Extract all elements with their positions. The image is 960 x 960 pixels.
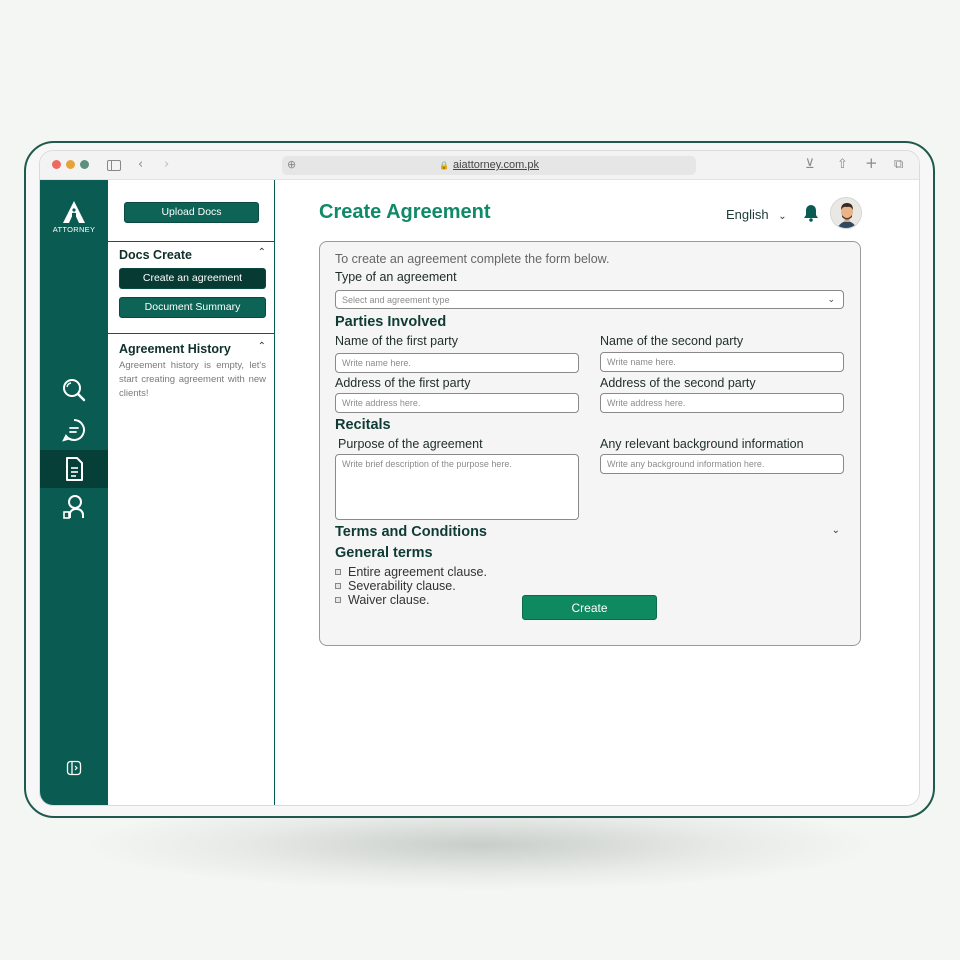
second-party-name-placeholder: Write name here. (607, 357, 676, 367)
logo-icon (63, 201, 85, 223)
docs-create-title: Docs Create (119, 248, 192, 262)
general-terms-heading: General terms (335, 545, 433, 561)
chat-icon (62, 419, 85, 442)
language-select[interactable]: English ⌄ (726, 207, 787, 222)
list-item: Severability clause. (335, 579, 456, 593)
browser-sidebar-icon[interactable] (107, 160, 121, 171)
docs-sidebar: Upload Docs Docs Create ⌃ Create an agre… (108, 180, 275, 805)
forward-icon[interactable]: › (164, 156, 169, 174)
purpose-textarea[interactable]: Write brief description of the purpose h… (335, 454, 579, 520)
rail-item-chat[interactable] (40, 411, 108, 449)
browser-toolbar: ‹ › ⊕ 🔒 aiattorney.com.pk ⊻ ⇧ + ⧉ (40, 151, 919, 180)
page-title: Create Agreement (319, 201, 491, 223)
minimize-window-button[interactable] (66, 160, 75, 169)
chevron-down-icon: ⌄ (778, 211, 787, 222)
agreement-history-title: Agreement History (119, 342, 231, 356)
first-party-address-placeholder: Write address here. (342, 398, 421, 408)
create-agreement-button[interactable]: Create an agreement (119, 268, 266, 289)
first-party-address-input[interactable]: Write address here. (335, 393, 579, 413)
app-logo[interactable]: ATTORNEY (40, 200, 108, 234)
upload-docs-button[interactable]: Upload Docs (124, 202, 259, 223)
background-input[interactable]: Write any background information here. (600, 454, 844, 474)
list-item: Entire agreement clause. (335, 565, 487, 579)
first-party-name-label: Name of the first party (335, 334, 458, 348)
user-icon (63, 495, 84, 519)
chevron-up-icon[interactable]: ⌃ (258, 247, 266, 258)
create-button[interactable]: Create (522, 595, 657, 620)
agreement-form: To create an agreement complete the form… (319, 241, 861, 646)
lock-icon: 🔒 (439, 161, 449, 170)
type-label: Type of an agreement (335, 270, 457, 284)
purpose-label: Purpose of the agreement (338, 437, 483, 451)
chevron-up-icon[interactable]: ⌃ (258, 341, 266, 352)
recitals-heading: Recitals (335, 417, 391, 433)
language-label: English (726, 207, 769, 222)
avatar[interactable] (830, 197, 862, 229)
second-party-name-input[interactable]: Write name here. (600, 352, 844, 372)
chevron-down-icon[interactable]: ⌄ (832, 525, 840, 536)
bullet-icon (335, 583, 341, 589)
second-party-address-label: Address of the second party (600, 376, 756, 390)
back-icon[interactable]: ‹ (138, 156, 143, 174)
tabs-overview-icon[interactable]: ⧉ (894, 156, 903, 174)
url-text: aiattorney.com.pk (452, 159, 539, 171)
sidebar-divider (108, 333, 274, 334)
first-party-name-placeholder: Write name here. (342, 358, 411, 368)
background-placeholder: Write any background information here. (607, 459, 765, 469)
term-text: Severability clause. (348, 579, 456, 593)
maximize-window-button[interactable] (80, 160, 89, 169)
first-party-name-input[interactable]: Write name here. (335, 353, 579, 373)
search-icon (63, 379, 86, 402)
term-text: Waiver clause. (348, 593, 430, 607)
collapse-panel-icon (66, 760, 82, 776)
agreement-type-placeholder: Select and agreement type (342, 295, 450, 305)
rail-item-profile[interactable] (40, 488, 108, 526)
document-summary-button[interactable]: Document Summary (119, 297, 266, 318)
parties-heading: Parties Involved (335, 314, 447, 330)
rail-footer-toggle[interactable] (40, 749, 108, 787)
bell-icon[interactable] (803, 204, 819, 222)
user-avatar-icon (831, 198, 861, 228)
bullet-icon (335, 597, 341, 603)
browser-window: ‹ › ⊕ 🔒 aiattorney.com.pk ⊻ ⇧ + ⧉ ATTORNE… (39, 150, 920, 806)
second-party-address-input[interactable]: Write address here. (600, 393, 844, 413)
download-icon[interactable]: ⊻ (805, 156, 815, 174)
logo-text: ATTORNEY (52, 225, 96, 234)
address-bar[interactable]: ⊕ 🔒 aiattorney.com.pk (282, 156, 696, 175)
first-party-address-label: Address of the first party (335, 376, 471, 390)
nav-rail: ATTORNEY (40, 180, 108, 805)
agreement-type-select[interactable]: Select and agreement type ⌄ (335, 290, 844, 309)
terms-heading[interactable]: Terms and Conditions (335, 524, 487, 540)
main-content: Create Agreement English ⌄ To create an … (276, 180, 919, 805)
history-empty-text: Agreement history is empty, let's start … (119, 360, 266, 399)
rail-item-search[interactable] (40, 371, 108, 409)
second-party-address-placeholder: Write address here. (607, 398, 686, 408)
background-label: Any relevant background information (600, 437, 804, 451)
close-window-button[interactable] (52, 160, 61, 169)
purpose-placeholder: Write brief description of the purpose h… (342, 459, 512, 469)
new-tab-icon[interactable]: + (865, 154, 878, 172)
term-text: Entire agreement clause. (348, 565, 487, 579)
sidebar-divider (108, 241, 274, 242)
rail-item-documents[interactable] (40, 450, 108, 488)
form-intro: To create an agreement complete the form… (335, 252, 610, 266)
second-party-name-label: Name of the second party (600, 334, 744, 348)
document-icon (66, 457, 83, 481)
share-icon[interactable]: ⇧ (837, 156, 848, 174)
chevron-down-icon: ⌄ (827, 294, 835, 304)
list-item: Waiver clause. (335, 593, 430, 607)
bullet-icon (335, 569, 341, 575)
